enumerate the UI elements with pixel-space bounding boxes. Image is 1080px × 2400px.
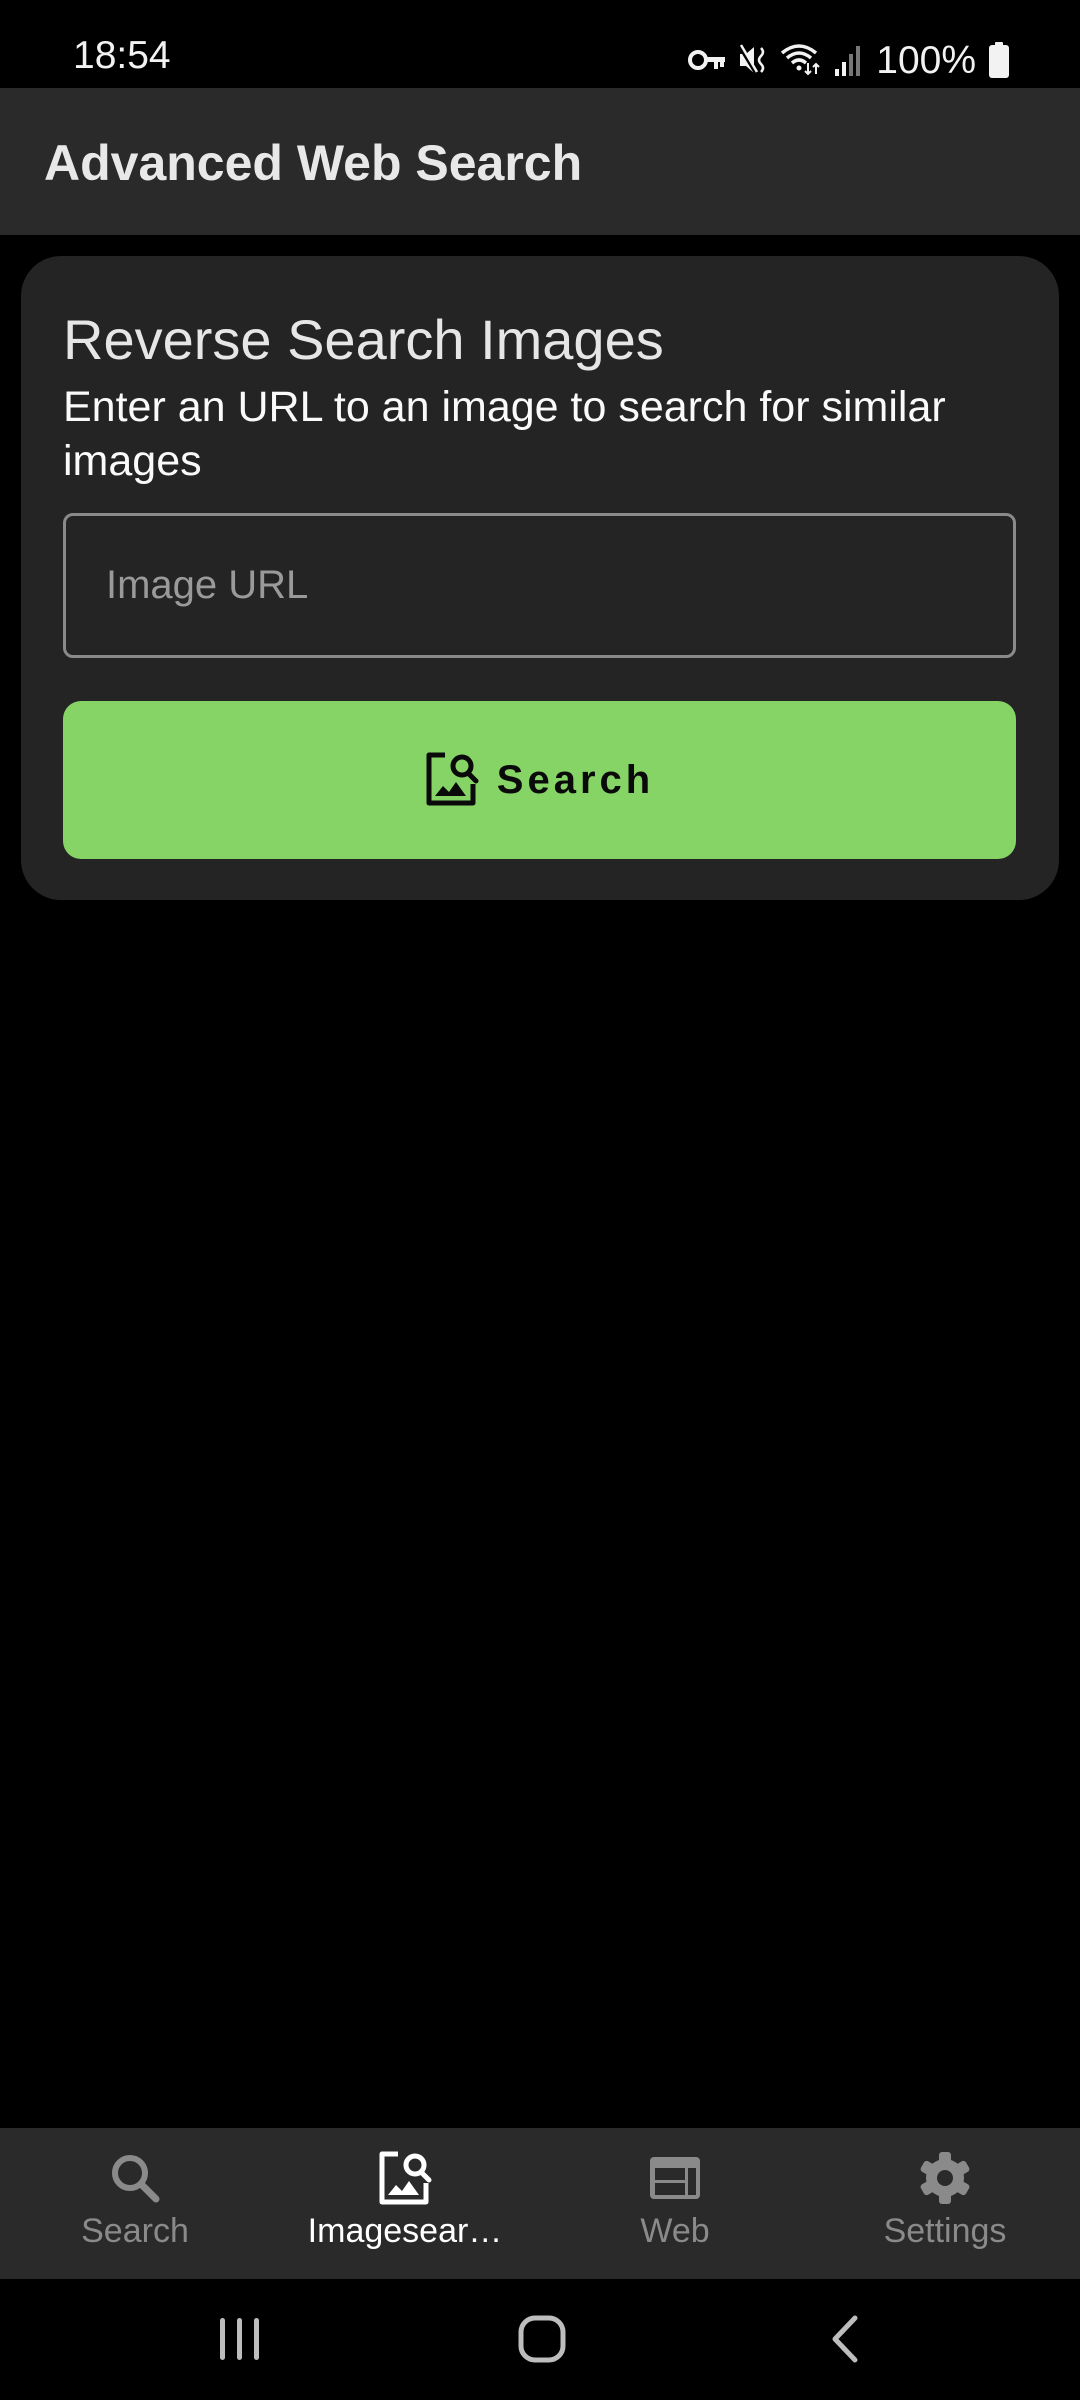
wifi-icon — [780, 43, 822, 77]
image-url-input[interactable] — [66, 516, 1013, 655]
home-icon — [517, 2314, 567, 2369]
battery-icon — [988, 42, 1010, 78]
image-search-icon — [377, 2150, 433, 2206]
image-search-icon — [425, 752, 479, 809]
status-time: 18:54 — [73, 34, 171, 77]
bottom-navigation: Search Imagesear… Web Settings — [0, 2128, 1080, 2279]
signal-icon — [834, 43, 862, 77]
image-url-field[interactable] — [63, 513, 1016, 658]
recent-apps-button[interactable] — [200, 2309, 280, 2373]
nav-label-web: Web — [640, 2212, 710, 2250]
nav-item-search[interactable]: Search — [0, 2128, 270, 2279]
nav-item-imagesearch[interactable]: Imagesear… — [270, 2128, 540, 2279]
nav-item-settings[interactable]: Settings — [810, 2128, 1080, 2279]
back-button[interactable] — [805, 2309, 885, 2373]
recent-apps-icon — [217, 2316, 263, 2367]
app-bar: Advanced Web Search — [0, 88, 1080, 235]
card-title: Reverse Search Images — [63, 308, 664, 371]
card-subtitle: Enter an URL to an image to search for s… — [63, 383, 946, 485]
web-icon — [647, 2150, 703, 2206]
app-title: Advanced Web Search — [44, 135, 583, 191]
settings-gear-icon — [917, 2150, 973, 2206]
home-button[interactable] — [502, 2309, 582, 2373]
status-icons: 100% — [688, 38, 1010, 82]
search-button[interactable]: Search — [63, 701, 1016, 859]
back-icon — [830, 2314, 860, 2369]
nav-item-web[interactable]: Web — [540, 2128, 810, 2279]
search-button-label: Search — [496, 757, 655, 802]
vpn-key-icon — [688, 47, 726, 73]
nav-label-imagesearch: Imagesear… — [307, 2212, 503, 2250]
search-icon — [107, 2150, 163, 2206]
mute-icon — [738, 43, 768, 77]
system-navigation-bar — [0, 2279, 1080, 2400]
nav-label-settings: Settings — [883, 2212, 1007, 2250]
battery-percent: 100% — [876, 38, 976, 82]
nav-label-search: Search — [81, 2212, 189, 2250]
reverse-search-card: Reverse Search Images Enter an URL to an… — [21, 256, 1059, 900]
status-bar: 18:54 100% — [0, 0, 1080, 88]
